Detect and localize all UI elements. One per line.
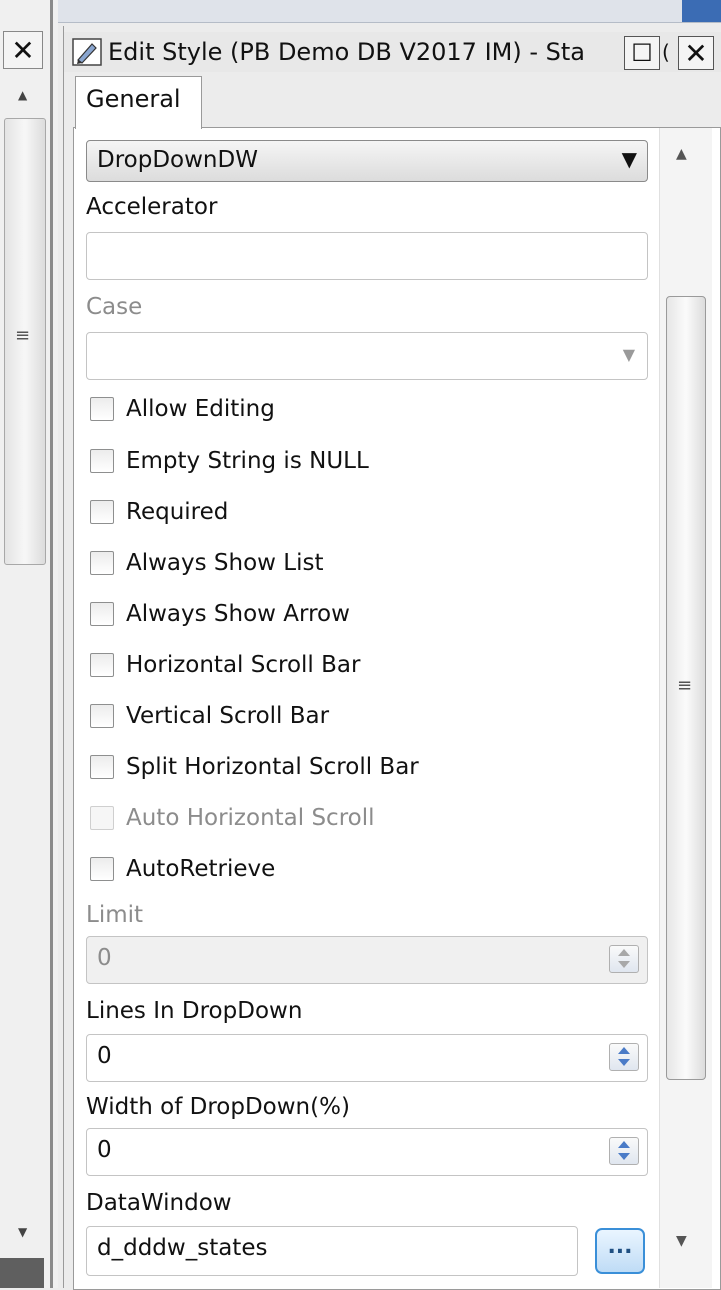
tab-general-label: General [86,85,181,113]
left-pane-close-button[interactable]: ✕ [3,31,43,69]
spinner-icon [609,945,639,973]
datawindow-browse-button[interactable]: ... [595,1228,645,1274]
spinner-icon[interactable] [609,1137,639,1165]
scroll-grip-icon: ≡ [677,675,693,696]
scroll-down-arrow-icon[interactable]: ▼ [676,1233,687,1249]
checkbox-label: Empty String is NULL [126,448,369,474]
checkbox-box[interactable] [90,653,114,677]
width-of-dropdown-label: Width of DropDown(%) [86,1094,350,1120]
case-dropdown[interactable]: ▼ [86,332,648,380]
checkbox-label: Allow Editing [126,396,275,422]
checkbox-box[interactable] [90,397,114,421]
scroll-grip-icon: ≡ [15,325,31,346]
checkbox-box[interactable] [90,755,114,779]
title-overflow-char: ( [662,40,670,64]
style-type-dropdown[interactable]: DropDownDW ▼ [86,140,648,182]
limit-label: Limit [86,902,144,928]
limit-value: 0 [97,945,112,971]
edit-style-icon [72,38,102,66]
checkbox-label: Split Horizontal Scroll Bar [126,754,419,780]
checkbox-horizontal-scroll-bar[interactable]: Horizontal Scroll Bar [90,647,360,683]
checkbox-box[interactable] [90,449,114,473]
checkbox-box [90,806,114,830]
maximize-icon: ☐ [631,39,653,67]
panel-title: Edit Style (PB Demo DB V2017 IM) - Sta [108,38,585,66]
checkbox-box[interactable] [90,857,114,881]
dropdown-arrow-icon: ▼ [621,147,637,171]
checkbox-label: Always Show Arrow [126,601,350,627]
pane-splitter[interactable] [50,0,53,1288]
checkbox-label: Required [126,499,229,525]
properties-content: DropDownDW ▼ Accelerator Case ▼ Allow Ed… [73,127,721,1290]
checkbox-label: Always Show List [126,550,324,576]
lines-in-dropdown-label: Lines In DropDown [86,998,303,1024]
checkbox-required[interactable]: Required [90,494,228,530]
limit-spinner: 0 [86,936,648,984]
scroll-up-arrow-icon[interactable]: ▲ [18,88,27,102]
checkbox-allow-editing[interactable]: Allow Editing [90,391,275,427]
accelerator-label: Accelerator [86,194,218,220]
checkbox-label: Horizontal Scroll Bar [126,652,361,678]
datawindow-label: DataWindow [86,1190,232,1216]
lines-in-dropdown-value: 0 [97,1043,112,1069]
accelerator-input[interactable] [86,232,648,280]
checkbox-box[interactable] [90,704,114,728]
tab-general[interactable]: General [75,76,202,129]
checkbox-autoretrieve[interactable]: AutoRetrieve [90,851,275,887]
checkbox-box[interactable] [90,551,114,575]
browse-button-label: ... [607,1234,633,1259]
vertical-scrollbar-thumb[interactable]: ≡ [666,296,706,1080]
checkbox-auto-horizontal-scroll: Auto Horizontal Scroll [90,800,375,836]
left-scrollbar-thumb[interactable]: ≡ [4,118,46,565]
dropdown-arrow-icon: ▼ [622,345,635,364]
width-of-dropdown-value: 0 [97,1137,112,1163]
datawindow-value: d_dddw_states [97,1235,268,1261]
close-icon: ✕ [11,33,35,67]
case-label: Case [86,294,143,320]
edit-style-panel: Edit Style (PB Demo DB V2017 IM) - Sta (… [63,26,721,1290]
spinner-icon[interactable] [609,1043,639,1071]
checkbox-always-show-list[interactable]: Always Show List [90,545,324,581]
checkbox-label: Vertical Scroll Bar [126,703,330,729]
checkbox-label: AutoRetrieve [126,856,276,882]
maximize-button[interactable]: ☐ [624,36,660,70]
datawindow-input[interactable]: d_dddw_states [86,1226,578,1276]
checkbox-always-show-arrow[interactable]: Always Show Arrow [90,596,350,632]
top-strip-accent [682,0,721,22]
lines-in-dropdown-spinner[interactable]: 0 [86,1034,648,1082]
top-strip [58,0,721,23]
width-of-dropdown-spinner[interactable]: 0 [86,1128,648,1176]
checkbox-empty-string-is-null[interactable]: Empty String is NULL [90,443,369,479]
checkbox-box[interactable] [90,602,114,626]
left-pane-footer [0,1258,44,1288]
scroll-down-arrow-icon[interactable]: ▼ [18,1225,27,1239]
checkbox-vertical-scroll-bar[interactable]: Vertical Scroll Bar [90,698,329,734]
vertical-scrollbar[interactable]: ▲ ≡ ▼ [659,128,712,1288]
checkbox-box[interactable] [90,500,114,524]
close-icon: ✕ [684,36,708,70]
panel-title-bar[interactable]: Edit Style (PB Demo DB V2017 IM) - Sta (… [64,32,721,72]
close-button[interactable]: ✕ [678,36,714,70]
style-type-value: DropDownDW [97,147,258,173]
checkbox-label: Auto Horizontal Scroll [126,805,375,831]
scroll-up-arrow-icon[interactable]: ▲ [676,146,687,162]
checkbox-split-horizontal-scroll-bar[interactable]: Split Horizontal Scroll Bar [90,749,419,785]
